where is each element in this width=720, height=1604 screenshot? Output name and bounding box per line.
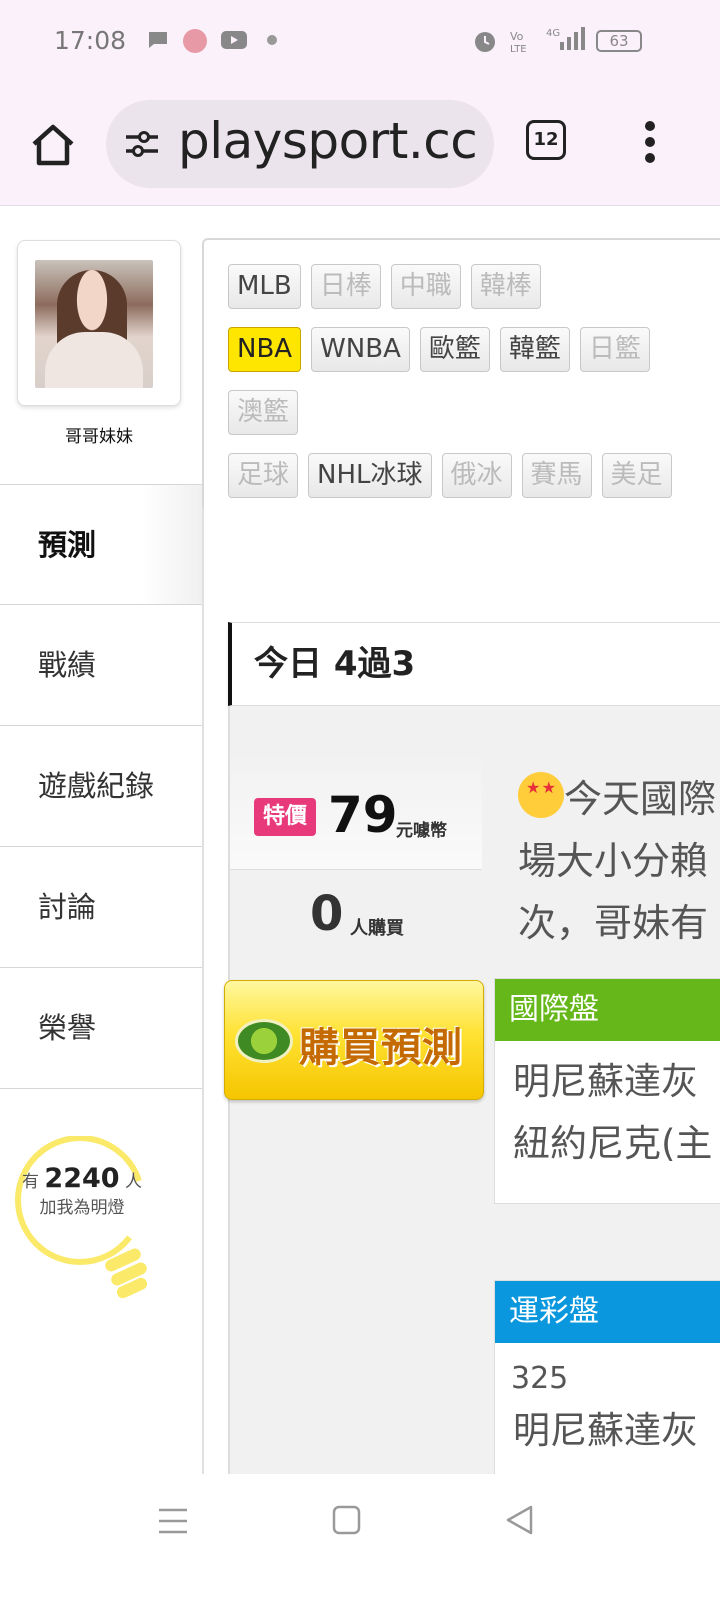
- card-international-title: 國際盤: [495, 979, 720, 1041]
- tag-american-football[interactable]: 美足: [601, 453, 672, 498]
- site-settings-icon[interactable]: [124, 128, 160, 160]
- tag-cpbl[interactable]: 中職: [390, 264, 461, 309]
- chat-icon: [149, 32, 167, 48]
- tag-nba[interactable]: NBA: [228, 327, 302, 372]
- playsport-logo-icon: [235, 1019, 293, 1063]
- nav-item-discussion[interactable]: 討論: [0, 847, 202, 968]
- card-sports-lottery-title: 運彩盤: [495, 1281, 720, 1343]
- tag-nhl[interactable]: NHL冰球: [308, 453, 432, 498]
- price-unit: 元噱幣: [396, 821, 447, 841]
- svg-text:Vo: Vo: [510, 30, 524, 43]
- svg-text:4G: 4G: [546, 28, 560, 39]
- description-line-3: 次，哥妹有: [518, 901, 709, 945]
- tag-kbo[interactable]: 韓棒: [470, 264, 541, 309]
- left-nav: 預測 戰績 遊戲紀錄 討論 榮譽: [0, 484, 202, 1089]
- signal-4g-icon: 4G: [546, 27, 585, 50]
- battery-icon: 63: [596, 30, 642, 52]
- fans-number: 2240: [44, 1163, 120, 1194]
- url-text[interactable]: playsport.cc: [178, 112, 478, 170]
- nav-item-record[interactable]: 戰績: [0, 605, 202, 726]
- tag-korea-basketball[interactable]: 韓籃: [499, 327, 570, 372]
- tab-switcher-button[interactable]: 12: [526, 120, 566, 160]
- price-value: 79: [328, 786, 398, 844]
- home-nav-icon[interactable]: [332, 1504, 362, 1536]
- card-sports-lottery[interactable]: 運彩盤 325 明尼蘇達灰: [494, 1280, 720, 1474]
- volte-icon: VoLTE: [510, 30, 527, 54]
- browser-menu-icon[interactable]: [640, 118, 660, 168]
- nav-item-game-history[interactable]: 遊戲紀錄: [0, 726, 202, 847]
- description-line-1: 今天國際: [564, 777, 717, 821]
- tag-wnba[interactable]: WNBA: [311, 327, 410, 372]
- youtube-icon: [221, 31, 247, 49]
- matchup-line-1: 明尼蘇達灰: [513, 1409, 698, 1452]
- game-number: 325: [511, 1361, 569, 1396]
- today-title: 今日 4過3: [228, 622, 720, 706]
- tag-row-baseball: MLB 日棒 中職 韓棒: [228, 264, 541, 309]
- sport-tag-panel: MLB 日棒 中職 韓棒 NBA WNBA 歐籃 韓籃 日籃 澳籃 足球 NHL…: [202, 238, 720, 508]
- buyers-unit: 人購買: [350, 918, 404, 939]
- app-notification-icon: [183, 29, 207, 53]
- fans-subtitle: 加我為明燈: [39, 1198, 125, 1218]
- status-bar: 17:08 Vo LTE 4G 63: [0, 0, 720, 82]
- home-icon[interactable]: [28, 120, 78, 170]
- lightbulb-icon[interactable]: [14, 1136, 154, 1306]
- buy-prediction-label: 購買預測: [299, 1025, 463, 1071]
- tag-mlb[interactable]: MLB: [228, 264, 301, 309]
- buyers-count: 0: [310, 886, 344, 942]
- tag-euro-basketball[interactable]: 歐籃: [419, 327, 490, 372]
- tag-row-other: 足球 NHL冰球 俄冰 賽馬 美足: [228, 453, 672, 498]
- status-time: 17:08: [54, 26, 127, 55]
- special-price-badge: 特價: [254, 798, 316, 836]
- fans-suffix: 人: [124, 1172, 142, 1192]
- tag-horse-racing[interactable]: 賽馬: [521, 453, 592, 498]
- matchup-line-1: 明尼蘇達灰: [513, 1060, 698, 1103]
- tag-soccer[interactable]: 足球: [228, 453, 299, 498]
- nav-item-honor[interactable]: 榮譽: [0, 968, 202, 1089]
- prediction-description: 今天國際 場大小分賴 次，哥妹有: [518, 768, 718, 954]
- tag-row-basketball: NBA WNBA 歐籃 韓籃 日籃: [228, 327, 650, 372]
- system-nav-bar: [0, 1474, 720, 1604]
- recent-apps-icon[interactable]: [158, 1506, 188, 1536]
- tag-australia-basketball[interactable]: 澳籃: [228, 390, 299, 435]
- avatar-card[interactable]: [17, 240, 181, 406]
- more-notifications-icon: [267, 35, 277, 45]
- back-icon[interactable]: [504, 1504, 534, 1536]
- matchup-line-2: 紐約尼克(主: [513, 1122, 713, 1165]
- alarm-icon: [475, 32, 495, 52]
- tag-npb[interactable]: 日棒: [310, 264, 381, 309]
- fans-count[interactable]: 有 2240 人 加我為明燈: [14, 1163, 150, 1221]
- browser-toolbar: playsport.cc 12: [0, 82, 720, 206]
- tag-row-basketball-2: 澳籃: [228, 390, 299, 435]
- fans-prefix: 有: [22, 1172, 40, 1192]
- tag-russia-hockey[interactable]: 俄冰: [441, 453, 512, 498]
- svg-text:LTE: LTE: [510, 44, 527, 54]
- username[interactable]: 哥哥妹妹: [17, 422, 181, 447]
- card-international[interactable]: 國際盤 明尼蘇達灰 紐約尼克(主: [494, 978, 720, 1204]
- address-bar[interactable]: playsport.cc: [106, 100, 494, 188]
- description-line-2: 場大小分賴: [518, 839, 709, 883]
- column-divider: [202, 484, 204, 1474]
- star-struck-emoji-icon: [518, 772, 564, 818]
- price-box: 特價 79 元噱幣: [230, 752, 482, 870]
- avatar[interactable]: [35, 260, 153, 388]
- buy-prediction-button[interactable]: 購買預測: [224, 980, 484, 1100]
- buyers-info: 0 人購買: [230, 870, 482, 970]
- nav-item-predict[interactable]: 預測: [0, 484, 202, 605]
- tag-japan-basketball[interactable]: 日籃: [579, 327, 650, 372]
